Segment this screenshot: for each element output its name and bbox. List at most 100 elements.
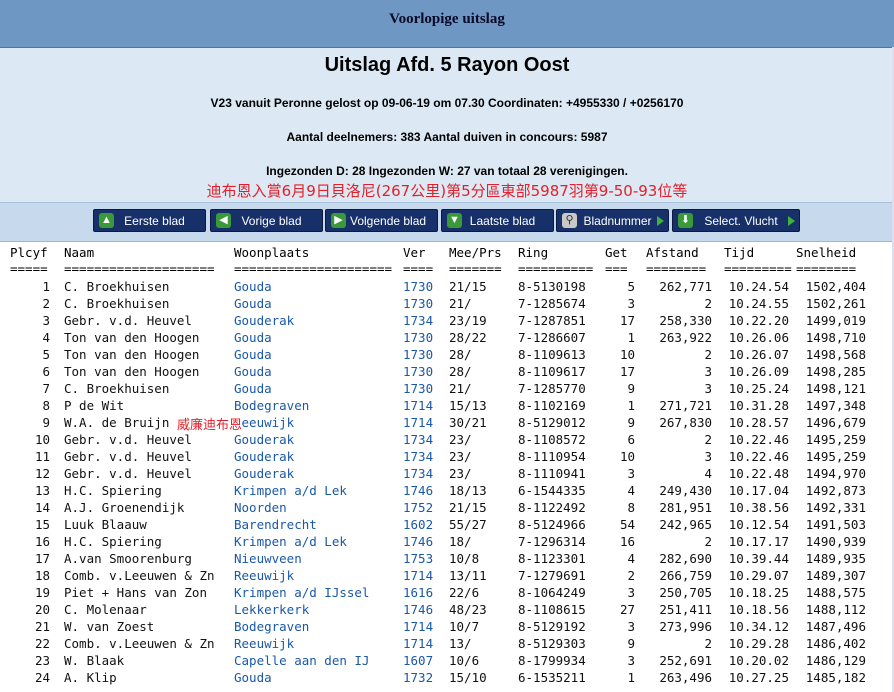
cell-club: 1730 bbox=[403, 296, 434, 311]
cell-entries: 15/13 bbox=[449, 398, 487, 413]
cell-club: 1734 bbox=[403, 313, 434, 328]
cell-marked: 5 bbox=[627, 279, 635, 294]
cell-town: Reeuwijk bbox=[234, 568, 295, 583]
cell-ring: 8-1799934 bbox=[518, 653, 586, 668]
cell-distance: 2 bbox=[704, 534, 712, 549]
cell-marked: 6 bbox=[627, 432, 635, 447]
results-table-header: Plcyf ===== Naam ==================== Woonpl… bbox=[0, 245, 894, 279]
cell-town: Gouderak bbox=[234, 313, 295, 328]
cell-club: 1730 bbox=[403, 347, 434, 362]
cell-club: 1732 bbox=[403, 670, 434, 685]
cell-town: Bodegraven bbox=[234, 619, 310, 634]
cell-town: Gouderak bbox=[234, 466, 295, 481]
cell-entries: 22/6 bbox=[449, 585, 480, 600]
cell-entries: 23/19 bbox=[449, 313, 487, 328]
cell-place: 14 bbox=[34, 500, 50, 515]
cell-ring: 8-1122492 bbox=[518, 500, 586, 515]
cell-time: 10.22.46 bbox=[728, 432, 789, 447]
cell-marked: 16 bbox=[619, 534, 635, 549]
previous-page-button[interactable]: ◀ Vorige blad bbox=[210, 209, 323, 232]
cell-marked: 3 bbox=[627, 585, 635, 600]
cell-place: 10 bbox=[34, 432, 50, 447]
cell-club: 1734 bbox=[403, 449, 434, 464]
cell-marked: 3 bbox=[627, 466, 635, 481]
cell-name: Ton van den Hoogen bbox=[64, 364, 200, 379]
first-page-label: Eerste blad bbox=[124, 214, 185, 228]
cell-place: 8 bbox=[42, 398, 50, 413]
cell-place: 21 bbox=[34, 619, 50, 634]
cell-place: 12 bbox=[34, 466, 50, 481]
cell-marked: 17 bbox=[619, 364, 635, 379]
table-row: 24 A. Klip Gouda 1732 15/10 6-1535211 1 263,496… bbox=[0, 670, 894, 687]
header-separator: ========= bbox=[724, 261, 792, 276]
cell-distance: 258,330 bbox=[659, 313, 712, 328]
cell-entries: 48/23 bbox=[449, 602, 487, 617]
top-bar: Voorlopige uitslag bbox=[0, 0, 894, 48]
select-flight-button[interactable]: ⬇ Select. Vlucht bbox=[672, 209, 800, 232]
cell-name: Comb. v.Leeuwen & Zn bbox=[64, 568, 215, 583]
cell-town: Krimpen a/d IJssel bbox=[234, 585, 370, 600]
cell-club: 1746 bbox=[403, 483, 434, 498]
cell-name: Comb. v.Leeuwen & Zn bbox=[64, 636, 215, 651]
cell-marked: 9 bbox=[627, 381, 635, 396]
table-row: 12 Gebr. v.d. Heuvel Gouderak 1734 23/8-1110… bbox=[0, 466, 894, 483]
cell-entries: 21/15 bbox=[449, 279, 487, 294]
cell-town: Reeuwijk bbox=[234, 636, 295, 651]
last-page-button[interactable]: ▼ Laatste blad bbox=[441, 209, 554, 232]
table-row: 23 W. Blaak Capelle aan den IJ 1607 10/6 8-17… bbox=[0, 653, 894, 670]
cell-ring: 8-5129192 bbox=[518, 619, 586, 634]
cell-club: 1714 bbox=[403, 619, 434, 634]
cell-marked: 2 bbox=[627, 568, 635, 583]
cell-entries: 13/11 bbox=[449, 568, 487, 583]
first-page-button[interactable]: ▲ Eerste blad bbox=[93, 209, 206, 232]
magnifier-icon: ⚲ bbox=[562, 213, 577, 228]
cell-time: 10.25.24 bbox=[728, 381, 789, 396]
cell-ring: 8-1109613 bbox=[518, 347, 586, 362]
cell-name: A.van Smoorenburg bbox=[64, 551, 192, 566]
cell-town: Gouda bbox=[234, 296, 272, 311]
table-row: 8 P de Wit Bodegraven 1714 15/13 8-1102169 1 27… bbox=[0, 398, 894, 415]
cell-entries: 28/22 bbox=[449, 330, 487, 345]
cell-speed: 1490,939 bbox=[805, 534, 866, 549]
cell-place: 11 bbox=[34, 449, 50, 464]
cell-marked: 4 bbox=[627, 551, 635, 566]
table-row: 7 C. Broekhuisen Gouda 1730 21/7-1285770 9 3 10… bbox=[0, 381, 894, 398]
column-header-distance: Afstand bbox=[646, 245, 699, 260]
table-row: 21 W. van Zoest Bodegraven 1714 10/7 8-512919… bbox=[0, 619, 894, 636]
cell-distance: 273,996 bbox=[659, 619, 712, 634]
top-title: Voorlopige uitslag bbox=[389, 11, 505, 27]
cell-time: 10.22.46 bbox=[728, 449, 789, 464]
cell-name: Gebr. v.d. Heuvel bbox=[64, 313, 192, 328]
cell-speed: 1498,710 bbox=[805, 330, 866, 345]
next-page-button[interactable]: ▶ Volgende blad bbox=[325, 209, 438, 232]
cell-distance: 262,771 bbox=[659, 279, 712, 294]
cell-club: 1714 bbox=[403, 636, 434, 651]
page-number-button[interactable]: ⚲ Bladnummer bbox=[556, 209, 669, 232]
cell-distance: 252,691 bbox=[659, 653, 712, 668]
cell-name: C. Broekhuisen bbox=[64, 381, 170, 396]
cell-marked: 9 bbox=[627, 636, 635, 651]
cell-time: 10.24.55 bbox=[728, 296, 789, 311]
cell-distance: 250,705 bbox=[659, 585, 712, 600]
cell-time: 10.26.07 bbox=[728, 347, 789, 362]
cell-name: H.C. Spiering bbox=[64, 483, 162, 498]
cell-place: 16 bbox=[34, 534, 50, 549]
cell-entries: 10/8 bbox=[449, 551, 480, 566]
cell-place: 17 bbox=[34, 551, 50, 566]
cell-entries: 21/ bbox=[449, 296, 472, 311]
cell-distance: 263,496 bbox=[659, 670, 712, 685]
cell-speed: 1492,331 bbox=[805, 500, 866, 515]
cell-distance: 2 bbox=[704, 347, 712, 362]
cell-speed: 1499,019 bbox=[805, 313, 866, 328]
table-row: 2 C. Broekhuisen Gouda 1730 21/7-1285674 3 2 10… bbox=[0, 296, 894, 313]
cell-place: 5 bbox=[42, 347, 50, 362]
cell-name: P de Wit bbox=[64, 398, 125, 413]
column-header-town: Woonplaats bbox=[234, 245, 310, 260]
header-separator: ======== bbox=[646, 261, 707, 276]
table-row: 10 Gebr. v.d. Heuvel Gouderak 1734 23/8-1108… bbox=[0, 432, 894, 449]
cell-place: 6 bbox=[42, 364, 50, 379]
cell-name: Luuk Blaauw bbox=[64, 517, 147, 532]
cell-distance: 4 bbox=[704, 466, 712, 481]
cell-marked: 1 bbox=[627, 398, 635, 413]
cell-ring: 7-1296314 bbox=[518, 534, 586, 549]
